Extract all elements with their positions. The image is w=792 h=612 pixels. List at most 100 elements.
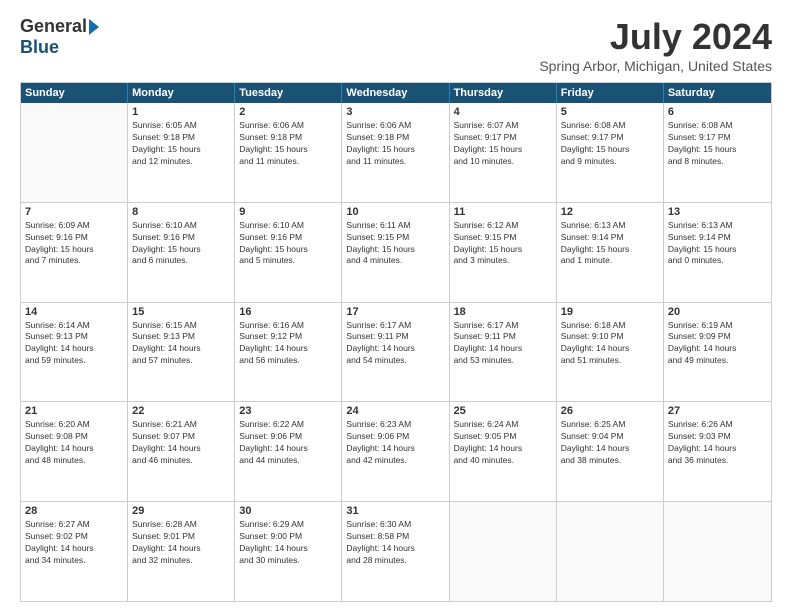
cell-info: Sunrise: 6:05 AM Sunset: 9:18 PM Dayligh… (132, 120, 230, 168)
day-number: 17 (346, 306, 444, 318)
header: General Blue July 2024 Spring Arbor, Mic… (20, 16, 772, 74)
calendar-cell: 28Sunrise: 6:27 AM Sunset: 9:02 PM Dayli… (21, 502, 128, 601)
calendar-cell (664, 502, 771, 601)
calendar-header: SundayMondayTuesdayWednesdayThursdayFrid… (21, 83, 771, 103)
calendar-cell (21, 103, 128, 202)
cell-info: Sunrise: 6:19 AM Sunset: 9:09 PM Dayligh… (668, 320, 767, 368)
day-number: 24 (346, 405, 444, 417)
cell-info: Sunrise: 6:08 AM Sunset: 9:17 PM Dayligh… (561, 120, 659, 168)
calendar-header-day: Friday (557, 83, 664, 103)
cell-info: Sunrise: 6:16 AM Sunset: 9:12 PM Dayligh… (239, 320, 337, 368)
calendar-cell (450, 502, 557, 601)
calendar: SundayMondayTuesdayWednesdayThursdayFrid… (20, 82, 772, 602)
cell-info: Sunrise: 6:13 AM Sunset: 9:14 PM Dayligh… (561, 220, 659, 268)
calendar-cell: 24Sunrise: 6:23 AM Sunset: 9:06 PM Dayli… (342, 402, 449, 501)
cell-info: Sunrise: 6:25 AM Sunset: 9:04 PM Dayligh… (561, 419, 659, 467)
day-number: 18 (454, 306, 552, 318)
cell-info: Sunrise: 6:30 AM Sunset: 8:58 PM Dayligh… (346, 519, 444, 567)
subtitle: Spring Arbor, Michigan, United States (539, 58, 772, 74)
calendar-cell: 23 Sunrise: 6:22 AM Sunset: 9:06 PM Dayli… (235, 402, 342, 501)
day-number: 27 (668, 405, 767, 417)
day-number: 8 (132, 206, 230, 218)
day-number: 26 (561, 405, 659, 417)
cell-info: Sunrise: 6:14 AM Sunset: 9:13 PM Dayligh… (25, 320, 123, 368)
day-number: 28 (25, 505, 123, 517)
calendar-cell: 8Sunrise: 6:10 AM Sunset: 9:16 PM Daylig… (128, 203, 235, 302)
calendar-cell: 13 Sunrise: 6:13 AM Sunset: 9:14 PM Dayli… (664, 203, 771, 302)
calendar-cell: 19Sunrise: 6:18 AM Sunset: 9:10 PM Dayli… (557, 303, 664, 402)
calendar-cell: 11 Sunrise: 6:12 AM Sunset: 9:15 PM Dayli… (450, 203, 557, 302)
day-number: 3 (346, 106, 444, 118)
cell-info: Sunrise: 6:06 AM Sunset: 9:18 PM Dayligh… (239, 120, 337, 168)
calendar-row: 1 Sunrise: 6:05 AM Sunset: 9:18 PM Daylig… (21, 103, 771, 202)
day-number: 13 (668, 206, 767, 218)
day-number: 30 (239, 505, 337, 517)
cell-info: Sunrise: 6:21 AM Sunset: 9:07 PM Dayligh… (132, 419, 230, 467)
calendar-row: 28Sunrise: 6:27 AM Sunset: 9:02 PM Dayli… (21, 501, 771, 601)
cell-info: Sunrise: 6:10 AM Sunset: 9:16 PM Dayligh… (239, 220, 337, 268)
calendar-cell (557, 502, 664, 601)
calendar-row: 21 Sunrise: 6:20 AM Sunset: 9:08 PM Dayli… (21, 401, 771, 501)
calendar-cell: 3 Sunrise: 6:06 AM Sunset: 9:18 PM Daylig… (342, 103, 449, 202)
cell-info: Sunrise: 6:13 AM Sunset: 9:14 PM Dayligh… (668, 220, 767, 268)
logo: General Blue (20, 16, 99, 58)
day-number: 21 (25, 405, 123, 417)
calendar-cell: 20Sunrise: 6:19 AM Sunset: 9:09 PM Dayli… (664, 303, 771, 402)
cell-info: Sunrise: 6:24 AM Sunset: 9:05 PM Dayligh… (454, 419, 552, 467)
title-block: July 2024 Spring Arbor, Michigan, United… (539, 16, 772, 74)
day-number: 19 (561, 306, 659, 318)
day-number: 12 (561, 206, 659, 218)
calendar-cell: 16 Sunrise: 6:16 AM Sunset: 9:12 PM Dayli… (235, 303, 342, 402)
cell-info: Sunrise: 6:12 AM Sunset: 9:15 PM Dayligh… (454, 220, 552, 268)
calendar-header-day: Tuesday (235, 83, 342, 103)
calendar-cell: 22 Sunrise: 6:21 AM Sunset: 9:07 PM Dayli… (128, 402, 235, 501)
calendar-header-day: Wednesday (342, 83, 449, 103)
cell-info: Sunrise: 6:29 AM Sunset: 9:00 PM Dayligh… (239, 519, 337, 567)
day-number: 23 (239, 405, 337, 417)
day-number: 14 (25, 306, 123, 318)
calendar-cell: 27 Sunrise: 6:26 AM Sunset: 9:03 PM Dayli… (664, 402, 771, 501)
day-number: 22 (132, 405, 230, 417)
calendar-cell: 7Sunrise: 6:09 AM Sunset: 9:16 PM Daylig… (21, 203, 128, 302)
calendar-header-day: Thursday (450, 83, 557, 103)
calendar-cell: 18 Sunrise: 6:17 AM Sunset: 9:11 PM Dayli… (450, 303, 557, 402)
page: General Blue July 2024 Spring Arbor, Mic… (0, 0, 792, 612)
cell-info: Sunrise: 6:09 AM Sunset: 9:16 PM Dayligh… (25, 220, 123, 268)
logo-general: General (20, 16, 87, 37)
cell-info: Sunrise: 6:07 AM Sunset: 9:17 PM Dayligh… (454, 120, 552, 168)
day-number: 31 (346, 505, 444, 517)
calendar-cell: 12 Sunrise: 6:13 AM Sunset: 9:14 PM Dayli… (557, 203, 664, 302)
calendar-row: 14 Sunrise: 6:14 AM Sunset: 9:13 PM Dayli… (21, 302, 771, 402)
cell-info: Sunrise: 6:06 AM Sunset: 9:18 PM Dayligh… (346, 120, 444, 168)
day-number: 25 (454, 405, 552, 417)
day-number: 9 (239, 206, 337, 218)
day-number: 16 (239, 306, 337, 318)
cell-info: Sunrise: 6:28 AM Sunset: 9:01 PM Dayligh… (132, 519, 230, 567)
day-number: 5 (561, 106, 659, 118)
logo-arrow-icon (89, 19, 99, 35)
calendar-cell: 1 Sunrise: 6:05 AM Sunset: 9:18 PM Daylig… (128, 103, 235, 202)
calendar-cell: 21 Sunrise: 6:20 AM Sunset: 9:08 PM Dayli… (21, 402, 128, 501)
day-number: 29 (132, 505, 230, 517)
cell-info: Sunrise: 6:11 AM Sunset: 9:15 PM Dayligh… (346, 220, 444, 268)
day-number: 2 (239, 106, 337, 118)
cell-info: Sunrise: 6:22 AM Sunset: 9:06 PM Dayligh… (239, 419, 337, 467)
calendar-cell: 31 Sunrise: 6:30 AM Sunset: 8:58 PM Dayli… (342, 502, 449, 601)
day-number: 1 (132, 106, 230, 118)
cell-info: Sunrise: 6:26 AM Sunset: 9:03 PM Dayligh… (668, 419, 767, 467)
day-number: 10 (346, 206, 444, 218)
cell-info: Sunrise: 6:15 AM Sunset: 9:13 PM Dayligh… (132, 320, 230, 368)
cell-info: Sunrise: 6:08 AM Sunset: 9:17 PM Dayligh… (668, 120, 767, 168)
main-title: July 2024 (539, 16, 772, 58)
calendar-header-day: Monday (128, 83, 235, 103)
day-number: 11 (454, 206, 552, 218)
calendar-cell: 9 Sunrise: 6:10 AM Sunset: 9:16 PM Daylig… (235, 203, 342, 302)
calendar-cell: 26 Sunrise: 6:25 AM Sunset: 9:04 PM Dayli… (557, 402, 664, 501)
calendar-cell: 29 Sunrise: 6:28 AM Sunset: 9:01 PM Dayli… (128, 502, 235, 601)
calendar-cell: 14 Sunrise: 6:14 AM Sunset: 9:13 PM Dayli… (21, 303, 128, 402)
calendar-cell: 17Sunrise: 6:17 AM Sunset: 9:11 PM Dayli… (342, 303, 449, 402)
cell-info: Sunrise: 6:20 AM Sunset: 9:08 PM Dayligh… (25, 419, 123, 467)
cell-info: Sunrise: 6:17 AM Sunset: 9:11 PM Dayligh… (454, 320, 552, 368)
calendar-cell: 2 Sunrise: 6:06 AM Sunset: 9:18 PM Daylig… (235, 103, 342, 202)
calendar-cell: 25 Sunrise: 6:24 AM Sunset: 9:05 PM Dayli… (450, 402, 557, 501)
